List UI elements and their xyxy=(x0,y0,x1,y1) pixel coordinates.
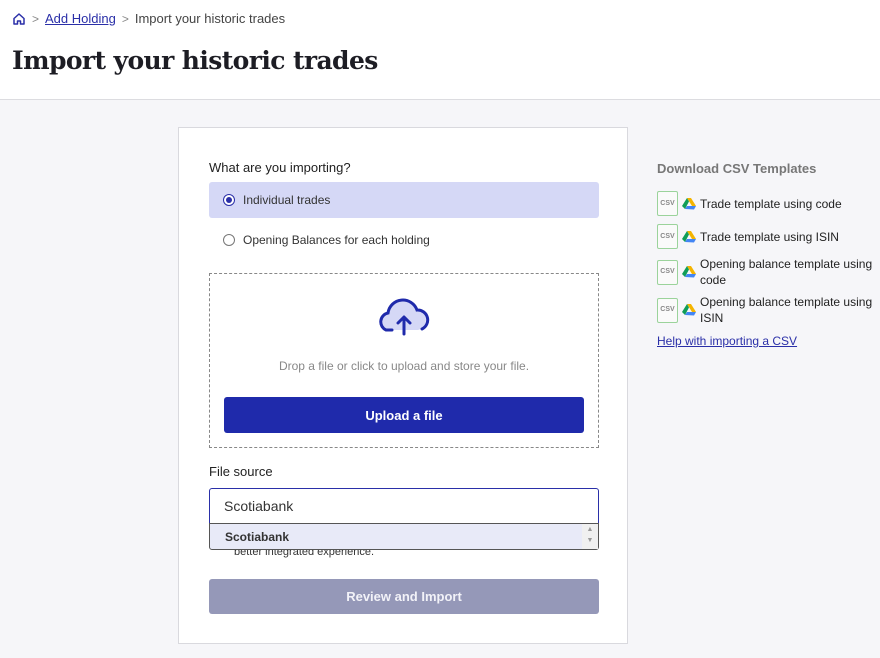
page-title: Import your historic trades xyxy=(12,46,378,75)
template-item[interactable]: CSV Opening balance template using ISIN xyxy=(657,294,877,326)
breadcrumb-current: Import your historic trades xyxy=(134,11,286,26)
breadcrumb-add-holding[interactable]: Add Holding xyxy=(45,11,116,26)
chevron-right-icon: > xyxy=(121,11,129,26)
dropdown-scrollbar[interactable]: ▲ ▼ xyxy=(582,524,598,549)
review-and-import-button[interactable]: Review and Import xyxy=(209,579,599,614)
google-drive-icon[interactable] xyxy=(682,304,696,316)
page-header: > Add Holding > Import your historic tra… xyxy=(0,0,880,100)
option-label: Individual trades xyxy=(243,193,331,207)
csv-file-icon[interactable]: CSV xyxy=(657,259,678,285)
csv-file-icon[interactable]: CSV xyxy=(657,224,678,249)
file-source-label: File source xyxy=(209,464,273,479)
templates-title: Download CSV Templates xyxy=(657,161,817,176)
dropdown-option[interactable]: Scotiabank xyxy=(225,530,289,544)
file-source-input[interactable]: Scotiabank xyxy=(209,488,599,524)
template-item[interactable]: CSV Trade template using ISIN xyxy=(657,223,877,250)
file-source-dropdown: Scotiabank ▲ ▼ xyxy=(209,523,599,550)
home-icon[interactable] xyxy=(12,12,26,26)
template-item[interactable]: CSV Trade template using code xyxy=(657,190,877,217)
csv-templates-panel: Download CSV Templates CSV Trade templat… xyxy=(657,161,877,348)
radio-unchecked[interactable] xyxy=(223,234,235,246)
template-label[interactable]: Opening balance template using code xyxy=(700,256,877,288)
file-dropzone[interactable]: Drop a file or click to upload and store… xyxy=(209,273,599,448)
csv-file-icon[interactable]: CSV xyxy=(657,297,678,323)
help-importing-csv-link[interactable]: Help with importing a CSV xyxy=(657,334,877,348)
drop-instructions: Drop a file or click to upload and store… xyxy=(278,359,530,373)
template-label[interactable]: Opening balance template using ISIN xyxy=(700,294,877,326)
import-card: What are you importing? Individual trade… xyxy=(178,127,628,644)
import-type-label: What are you importing? xyxy=(209,160,351,175)
cloud-upload-icon xyxy=(379,298,430,336)
google-drive-icon[interactable] xyxy=(682,230,696,243)
option-label: Opening Balances for each holding xyxy=(243,233,430,247)
template-label[interactable]: Trade template using ISIN xyxy=(700,229,839,245)
breadcrumb: > Add Holding > Import your historic tra… xyxy=(12,11,285,26)
csv-file-icon[interactable]: CSV xyxy=(657,191,678,216)
upload-file-button[interactable]: Upload a file xyxy=(224,397,584,433)
option-individual-trades[interactable]: Individual trades xyxy=(209,182,599,218)
google-drive-icon[interactable] xyxy=(682,197,696,210)
template-label[interactable]: Trade template using code xyxy=(700,196,842,212)
template-item[interactable]: CSV Opening balance template using code xyxy=(657,256,877,288)
option-opening-balances[interactable]: Opening Balances for each holding xyxy=(209,222,599,258)
google-drive-icon[interactable] xyxy=(682,266,696,278)
radio-checked[interactable] xyxy=(223,194,235,206)
chevron-right-icon: > xyxy=(32,11,40,26)
